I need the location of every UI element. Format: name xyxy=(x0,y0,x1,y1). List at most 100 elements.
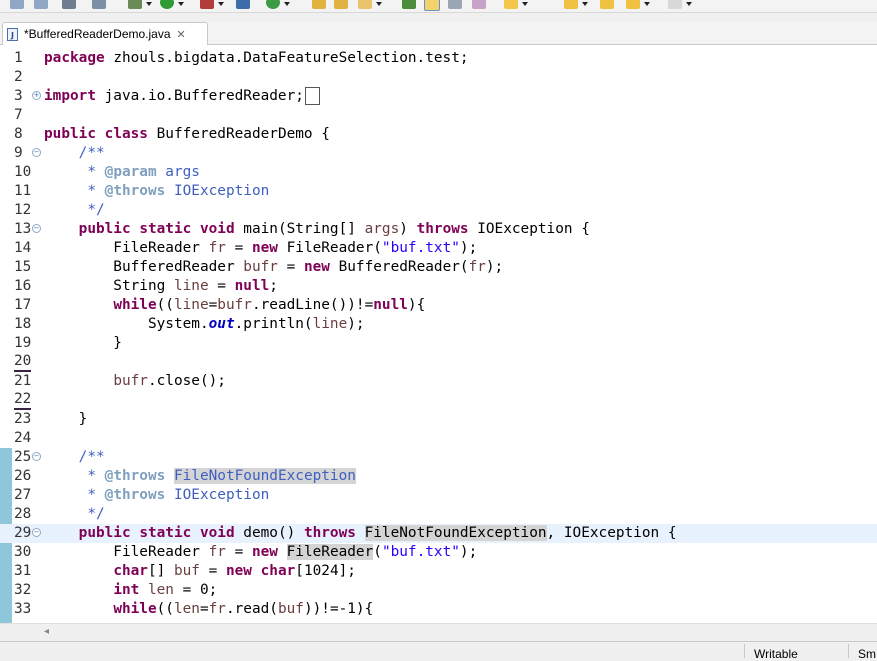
code-line[interactable]: 21 bufr.close(); xyxy=(0,372,877,391)
keyword: while xyxy=(113,601,157,617)
external-tools-icon[interactable] xyxy=(200,0,214,9)
run-dropdown-icon[interactable] xyxy=(178,2,184,6)
code-line[interactable]: 19 } xyxy=(0,334,877,353)
pencil-icon[interactable] xyxy=(358,0,372,9)
skip-icon[interactable] xyxy=(448,0,462,9)
keyword: package xyxy=(44,50,105,66)
show-whitespace-icon[interactable] xyxy=(472,0,486,9)
back-dropdown-icon[interactable] xyxy=(644,2,650,6)
code-text: package zhouls.bigdata.DataFeatureSelect… xyxy=(44,49,469,68)
code-line[interactable]: 26 * @throws FileNotFoundException xyxy=(0,467,877,486)
fold-collapse-icon[interactable]: − xyxy=(32,148,41,157)
back-icon[interactable] xyxy=(600,0,614,9)
code-line[interactable]: 13− public static void main(String[] arg… xyxy=(0,220,877,239)
next-annotation-icon[interactable] xyxy=(402,0,416,9)
javadoc-text: IOException xyxy=(165,183,270,199)
up-arrow-icon[interactable] xyxy=(564,0,578,9)
pencil-dropdown-icon[interactable] xyxy=(376,2,382,6)
up-dropdown-icon[interactable] xyxy=(582,2,588,6)
code-line[interactable]: 23 } xyxy=(0,410,877,429)
back-arrow-icon[interactable] xyxy=(626,0,640,9)
code-text: } xyxy=(44,334,122,353)
search-icon[interactable] xyxy=(92,0,106,9)
run-icon[interactable] xyxy=(160,0,174,9)
code-line[interactable]: 2 xyxy=(0,68,877,87)
keyword: while xyxy=(113,297,157,313)
code-line[interactable]: 30 FileReader fr = new FileReader("buf.t… xyxy=(0,543,877,562)
google-icon[interactable] xyxy=(266,0,280,9)
keyword: null xyxy=(373,297,408,313)
code-line[interactable]: 12 */ xyxy=(0,201,877,220)
code-line[interactable]: 16 String line = null; xyxy=(0,277,877,296)
pin-dropdown-icon[interactable] xyxy=(522,2,528,6)
code-line[interactable]: 18 System.out.println(line); xyxy=(0,315,877,334)
keyword: int xyxy=(113,582,140,598)
string: "buf.txt" xyxy=(381,544,460,560)
code-line[interactable]: 32 int len = 0; xyxy=(0,581,877,600)
code-line[interactable]: 22 xyxy=(0,391,877,410)
code-line[interactable]: 8 public class BufferedReaderDemo { xyxy=(0,125,877,144)
code-line[interactable]: 17 while((line=bufr.readLine())!=null){ xyxy=(0,296,877,315)
horizontal-scrollbar[interactable]: ◂ xyxy=(0,623,877,641)
external-tools-dropdown-icon[interactable] xyxy=(218,2,224,6)
forward-dropdown-icon[interactable] xyxy=(686,2,692,6)
bug-icon[interactable] xyxy=(128,0,142,9)
code-line[interactable]: 10 * @param args xyxy=(0,163,877,182)
local-variable: line xyxy=(312,316,348,332)
fold-collapse-icon[interactable]: − xyxy=(32,452,41,461)
new-server-icon[interactable] xyxy=(236,0,250,9)
code-line[interactable]: 33 while((len=fr.read(buf))!=-1){ xyxy=(0,600,877,619)
open-type-icon[interactable] xyxy=(334,0,348,9)
token: = xyxy=(199,563,226,579)
line-number: 24 xyxy=(14,430,32,446)
code-line[interactable]: 15 BufferedReader bufr = new BufferedRea… xyxy=(0,258,877,277)
local-variable: len xyxy=(147,582,174,598)
highlight-icon[interactable] xyxy=(424,0,440,11)
code-line[interactable]: 7 xyxy=(0,106,877,125)
static-field: out xyxy=(208,316,235,332)
forward-icon[interactable] xyxy=(668,0,682,9)
local-variable: fr xyxy=(208,544,226,560)
token: FileReader xyxy=(44,240,209,256)
code-line[interactable]: 25− /** xyxy=(0,448,877,467)
save-icon[interactable] xyxy=(10,0,24,9)
javadoc-text xyxy=(165,468,174,484)
code-text: FileReader fr = new FileReader("buf.txt"… xyxy=(44,543,477,562)
debug-dropdown-icon[interactable] xyxy=(146,2,152,6)
code-line[interactable]: 28 */ xyxy=(0,505,877,524)
code-line[interactable]: 27 * @throws IOException xyxy=(0,486,877,505)
keyword: throws xyxy=(416,221,469,237)
current-code-line[interactable]: 29− public static void demo() throws Fil… xyxy=(0,524,877,543)
code-line[interactable]: 9− /** xyxy=(0,144,877,163)
code-line[interactable]: 24 xyxy=(0,429,877,448)
scroll-left-icon[interactable]: ◂ xyxy=(44,626,49,637)
open-folder-icon[interactable] xyxy=(312,0,326,9)
code-line[interactable]: 11 * @throws IOException xyxy=(0,182,877,201)
code-line[interactable]: 3 + import java.io.BufferedReader; xyxy=(0,87,877,106)
editor-tab[interactable]: J *BufferedReaderDemo.java ✕ xyxy=(2,22,208,45)
code-line[interactable]: 20 xyxy=(0,353,877,372)
save-all-icon[interactable] xyxy=(34,0,48,9)
fold-collapse-icon[interactable]: − xyxy=(32,528,41,537)
code-line[interactable]: 1 package zhouls.bigdata.DataFeatureSelec… xyxy=(0,49,877,68)
fold-expand-icon[interactable]: + xyxy=(32,91,41,100)
token: main(String[] xyxy=(234,221,365,237)
pin-icon[interactable] xyxy=(504,0,518,9)
scrollbar-track[interactable] xyxy=(56,628,866,636)
close-icon[interactable]: ✕ xyxy=(177,28,186,41)
code-editor[interactable]: 1 package zhouls.bigdata.DataFeatureSelec… xyxy=(0,45,877,623)
line-number: 30 xyxy=(14,544,32,560)
fold-collapse-icon[interactable]: − xyxy=(32,224,41,233)
keyword: public xyxy=(44,126,96,142)
code-line[interactable]: 14 FileReader fr = new FileReader("buf.t… xyxy=(0,239,877,258)
token: } xyxy=(44,335,122,351)
google-dropdown-icon[interactable] xyxy=(284,2,290,6)
token: ){ xyxy=(407,297,426,313)
print-icon[interactable] xyxy=(62,0,76,9)
code-line[interactable]: 31 char[] buf = new char[1024]; xyxy=(0,562,877,581)
